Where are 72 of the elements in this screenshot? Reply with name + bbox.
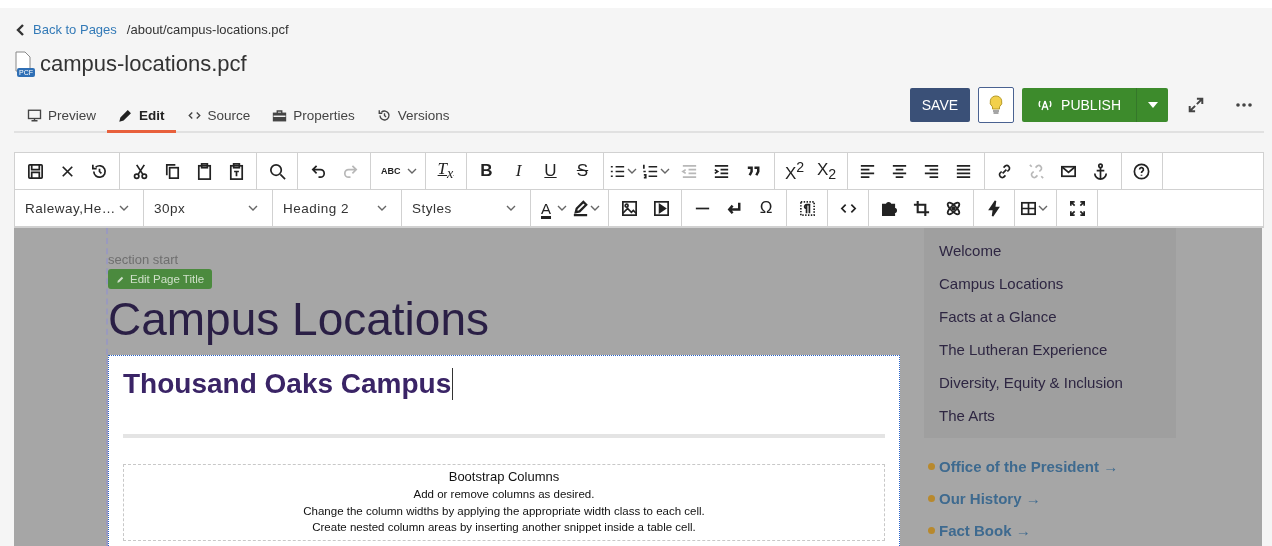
highlight-icon[interactable]	[571, 198, 590, 218]
play-icon[interactable]	[651, 198, 671, 218]
anchor-icon[interactable]	[1091, 161, 1110, 181]
caret-icon	[1147, 102, 1158, 108]
snippet-text: Create nested column areas by inserting another snippet inside a table cell.	[311, 520, 697, 535]
snippet-title: Bootstrap Columns	[447, 469, 561, 484]
publish-button[interactable]: PUBLISH	[1022, 88, 1136, 122]
caret-icon[interactable]	[506, 203, 516, 213]
pencil-icon	[118, 108, 133, 123]
bullet-dot	[928, 462, 935, 470]
font-select[interactable]: Raleway,He…	[15, 200, 143, 216]
more-icon[interactable]	[1236, 103, 1252, 107]
superscript-button[interactable]: X$^{2}$	[778, 158, 811, 184]
caret-icon[interactable]	[1038, 203, 1048, 213]
nav-link[interactable]: The Arts	[939, 399, 1161, 432]
save-icon[interactable]	[25, 161, 45, 181]
caret-icon[interactable]	[557, 203, 567, 213]
tab[interactable]: Properties	[261, 102, 366, 133]
history-icon	[376, 108, 392, 123]
strikethrough-button[interactable]: S	[570, 161, 595, 181]
tab[interactable]: Edit	[107, 102, 176, 133]
monitor-icon	[27, 108, 42, 123]
nav-link[interactable]: Welcome	[939, 234, 1161, 267]
caret-icon[interactable]	[406, 166, 417, 176]
italic-button[interactable]: I	[509, 161, 528, 181]
caret-icon[interactable]	[377, 203, 387, 213]
lightbulb-icon	[989, 95, 1004, 115]
show-blocks-icon[interactable]	[797, 198, 817, 218]
file-name: campus-locations.pcf	[40, 51, 247, 77]
publish-menu-button[interactable]	[1136, 88, 1168, 122]
clear-format-button[interactable]: T$_{x}$	[431, 159, 460, 183]
toolbox-icon	[272, 108, 288, 123]
nav-link[interactable]: Diversity, Equity & Inclusion	[939, 366, 1161, 399]
back-link[interactable]: Back to Pages	[16, 22, 117, 37]
bullet-dot	[928, 526, 935, 534]
spellcheck-button[interactable]: ABC	[375, 166, 407, 176]
crop-icon[interactable]	[911, 198, 931, 218]
size-select[interactable]: 30px	[144, 200, 272, 216]
format-select[interactable]: Heading 2	[273, 200, 401, 216]
snippet-text: Change the column widths by applying the appropriate width class to each cell.	[302, 503, 706, 519]
broadcast-icon	[1037, 99, 1054, 111]
search-icon[interactable]	[267, 161, 287, 181]
caret-icon[interactable]	[626, 166, 637, 176]
caret-icon[interactable]	[659, 166, 670, 176]
nav-link[interactable]: Campus Locations	[939, 267, 1161, 300]
nav-link[interactable]: The Lutheran Experience	[939, 333, 1161, 366]
lightbulb-button[interactable]	[978, 87, 1015, 123]
bullet-dot	[928, 494, 935, 502]
caret-icon[interactable]	[119, 203, 129, 213]
underline-button[interactable]: U	[538, 161, 563, 181]
nav-link[interactable]: Facts at a Glance	[939, 300, 1161, 333]
help-icon[interactable]	[1132, 161, 1151, 181]
tab[interactable]: Source	[175, 102, 262, 133]
maximize-icon[interactable]	[1067, 198, 1087, 218]
expand-icon[interactable]	[1187, 96, 1205, 114]
bold-button[interactable]: B	[474, 161, 499, 181]
page-title: Campus Locations	[108, 292, 490, 347]
save-button[interactable]: SAVE	[909, 88, 971, 122]
special-character-button[interactable]: Ω	[753, 198, 779, 218]
pencil-icon	[116, 274, 125, 284]
caret-icon[interactable]	[248, 203, 258, 213]
tab[interactable]: Preview	[16, 102, 107, 133]
tab[interactable]: Versions	[365, 102, 461, 133]
caret-icon[interactable]	[590, 203, 600, 213]
chevron-left-icon	[16, 23, 25, 36]
file-path: /about/campus-locations.pcf	[126, 22, 289, 37]
snippet-text: Add or remove columns as desired.	[412, 487, 596, 502]
text-color-button[interactable]: A	[535, 199, 557, 217]
section-heading[interactable]: Thousand Oaks Campus	[123, 368, 454, 400]
image-icon[interactable]	[619, 198, 639, 218]
styles-select[interactable]: Styles	[402, 200, 530, 216]
subscript-button[interactable]: X$_{2}$	[810, 159, 843, 183]
